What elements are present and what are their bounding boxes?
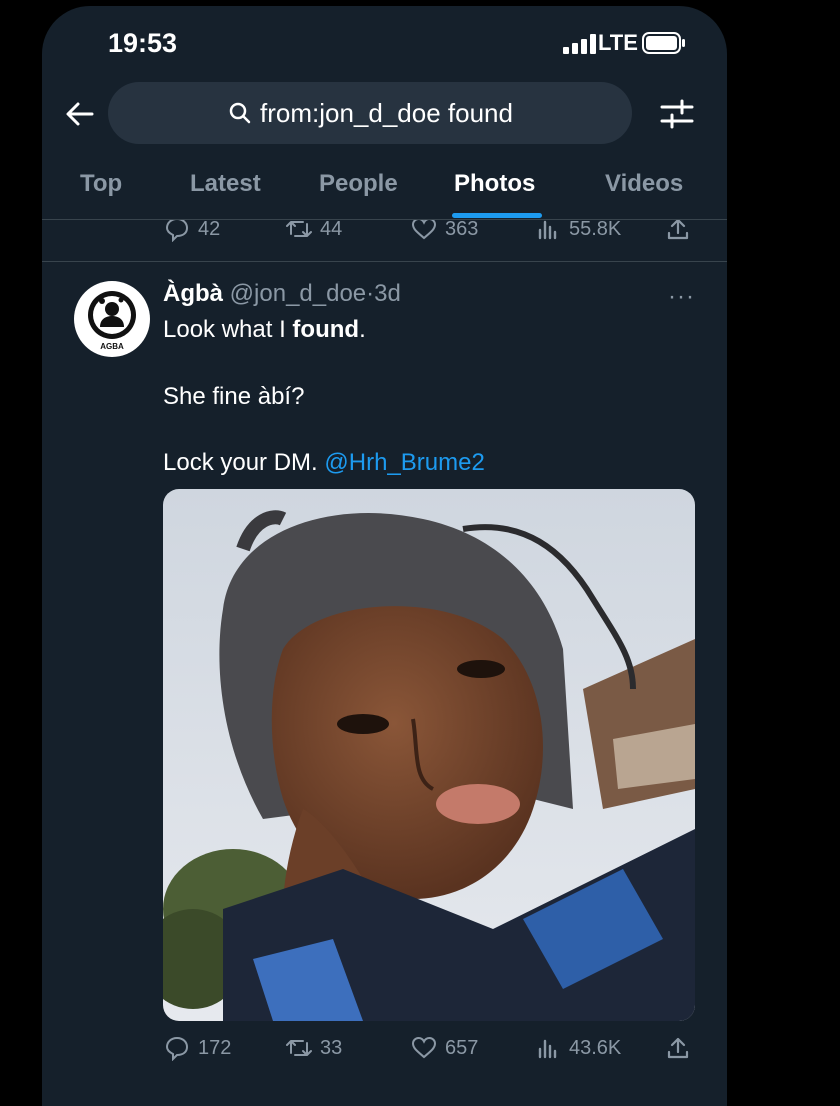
retweet-icon: [286, 1040, 312, 1056]
search-tabs: Top Latest People Photos Videos: [42, 156, 727, 220]
tabs-divider: [42, 219, 727, 220]
tweet-time[interactable]: 3d: [374, 280, 401, 307]
prev-retweet-count: 44: [320, 217, 343, 240]
tweet-header: Àgbà @jon_d_doe·3d: [163, 280, 401, 308]
tweet-text-line-3: Lock your DM. @Hrh_Brume2: [163, 449, 485, 476]
tab-videos[interactable]: Videos: [605, 170, 683, 198]
tab-latest[interactable]: Latest: [190, 170, 261, 198]
avatar[interactable]: AGBA: [74, 281, 150, 357]
phone-screen: 19:53 LTE from:jon_d_doe found Top Lates…: [42, 6, 727, 1106]
filter-settings-icon[interactable]: [660, 99, 694, 129]
signal-icon: [563, 34, 596, 54]
retweet-button[interactable]: 33: [286, 1031, 342, 1065]
search-query: from:jon_d_doe found: [260, 98, 513, 128]
like-count: 657: [445, 1036, 479, 1059]
tweet-text-line-1: Look what I found.: [163, 316, 366, 343]
network-label: LTE: [598, 30, 638, 55]
heart-icon: [411, 1036, 437, 1059]
selfie-photo: [163, 489, 695, 1021]
reply-button[interactable]: 172: [164, 1031, 231, 1065]
mention-link[interactable]: @Hrh_Brume2: [324, 449, 484, 476]
share-icon: [667, 1037, 689, 1059]
avatar-logo: AGBA: [88, 291, 136, 351]
views-button[interactable]: 43.6K: [535, 1031, 621, 1065]
status-time: 19:53: [108, 28, 178, 58]
views-icon: [538, 1039, 557, 1059]
author-handle[interactable]: @jon_d_doe: [230, 280, 366, 307]
author-name[interactable]: Àgbà: [163, 280, 223, 307]
highlighted-keyword: found: [292, 316, 360, 343]
tab-top[interactable]: Top: [80, 170, 122, 198]
search-input[interactable]: from:jon_d_doe found: [108, 82, 632, 144]
retweet-count: 33: [320, 1036, 343, 1059]
reply-icon: [165, 1036, 189, 1061]
avatar-label: AGBA: [100, 342, 124, 351]
tab-people[interactable]: People: [319, 170, 398, 198]
more-options-button[interactable]: ···: [668, 283, 695, 311]
back-arrow-icon[interactable]: [64, 98, 96, 130]
reply-count: 172: [198, 1036, 232, 1059]
prev-reply-count: 42: [198, 217, 221, 240]
prev-views-count: 55.8K: [569, 217, 622, 240]
tweet-text-line-2: She fine àbí?: [163, 383, 305, 410]
like-button[interactable]: 657: [411, 1031, 478, 1065]
prev-like-count: 363: [445, 217, 479, 240]
active-tab-indicator: [452, 213, 542, 218]
search-header: from:jon_d_doe found: [42, 82, 727, 146]
tab-photos[interactable]: Photos: [454, 170, 535, 198]
tweet-actions: 172 33 657 43.6K: [42, 1031, 727, 1065]
share-button[interactable]: [665, 1031, 691, 1065]
search-icon: [229, 102, 251, 124]
battery-icon: [642, 32, 685, 54]
views-count: 43.6K: [569, 1036, 622, 1059]
tweet-separator: [42, 261, 727, 262]
status-bar: 19:53 LTE: [42, 6, 727, 76]
header-dot: ·: [366, 280, 375, 307]
tweet-photo[interactable]: [163, 489, 695, 1021]
